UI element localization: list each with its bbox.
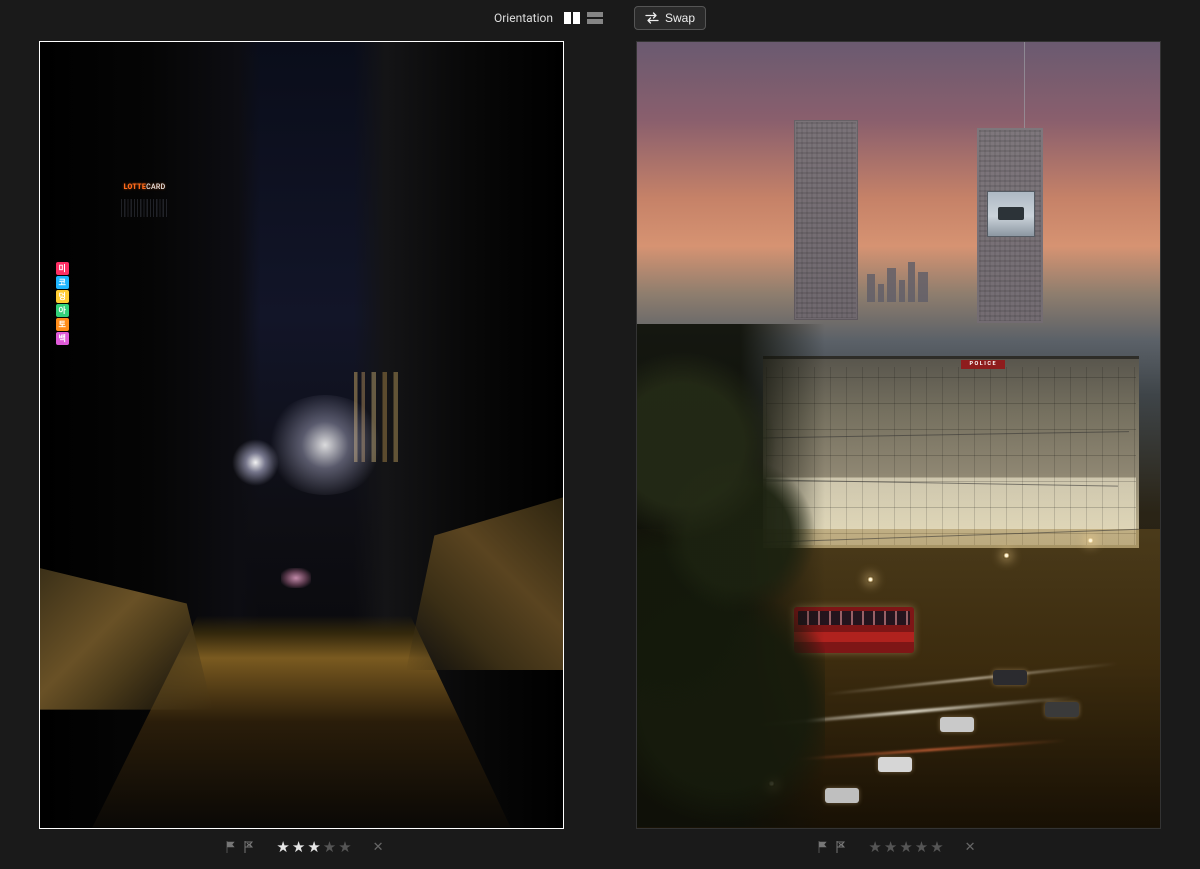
rating-stars-right[interactable]: ★★★★★ <box>868 838 944 856</box>
swap-button[interactable]: Swap <box>634 6 706 30</box>
photo-region <box>993 670 1027 685</box>
flag-group <box>224 840 256 854</box>
photo-region <box>867 254 957 302</box>
compare-footer: ★★★★★ ✕ ★★★★★ ✕ <box>0 829 1200 865</box>
star-icon[interactable]: ★ <box>915 838 929 856</box>
photo-region <box>637 324 825 827</box>
flag-pick-icon <box>816 840 830 854</box>
clear-rating-button[interactable]: ✕ <box>373 840 384 855</box>
photo-sign-police: POLICE <box>961 360 1005 369</box>
star-icon[interactable]: ★ <box>930 838 944 856</box>
photo-region <box>228 435 283 490</box>
orientation-stacked-button[interactable] <box>586 11 604 25</box>
photo-region <box>825 788 859 803</box>
flag-reject-icon <box>242 840 256 854</box>
flag-reject-icon <box>834 840 848 854</box>
flag-pick-button[interactable] <box>816 840 830 854</box>
photo-select[interactable]: POLICE <box>636 41 1161 829</box>
photo-region <box>265 395 385 495</box>
columns-icon <box>563 11 581 25</box>
compare-toolbar: Orientation Swap <box>0 0 1200 36</box>
photo-region <box>987 191 1035 237</box>
photo-neon-column: 미코 덩아 토백 <box>56 262 71 442</box>
star-icon[interactable]: ★ <box>323 838 337 856</box>
photo-region <box>1045 702 1079 717</box>
photo-region <box>878 757 912 772</box>
flag-pick-icon <box>224 840 238 854</box>
flag-group <box>816 840 848 854</box>
star-icon[interactable]: ★ <box>307 838 321 856</box>
swap-button-label: Swap <box>665 11 695 25</box>
orientation-toggle <box>563 11 604 25</box>
rating-stars-left[interactable]: ★★★★★ <box>276 838 352 856</box>
photo-sign-lotte: LOTTECARD <box>124 183 166 191</box>
compare-panel-left: LOTTECARD 미코 덩아 토백 <box>8 40 595 829</box>
swap-icon <box>645 12 659 24</box>
orientation-label: Orientation <box>494 11 553 25</box>
star-icon[interactable]: ★ <box>292 838 306 856</box>
star-icon[interactable]: ★ <box>899 838 913 856</box>
rows-icon <box>586 11 604 25</box>
photo-region <box>1087 537 1094 544</box>
flag-pick-button[interactable] <box>224 840 238 854</box>
star-icon[interactable]: ★ <box>338 838 352 856</box>
star-icon[interactable]: ★ <box>884 838 898 856</box>
footer-right: ★★★★★ ✕ <box>600 829 1192 865</box>
footer-left: ★★★★★ ✕ <box>8 829 600 865</box>
orientation-group: Orientation <box>494 11 604 25</box>
flag-reject-button[interactable] <box>834 840 848 854</box>
compare-area: LOTTECARD 미코 덩아 토백 POLICE <box>0 36 1200 829</box>
flag-reject-button[interactable] <box>242 840 256 854</box>
photo-region <box>794 120 858 320</box>
photo-candidate[interactable]: LOTTECARD 미코 덩아 토백 <box>39 41 564 829</box>
photo-region <box>281 568 311 588</box>
photo-region <box>940 717 974 732</box>
star-icon[interactable]: ★ <box>276 838 290 856</box>
photo-region <box>1024 42 1025 136</box>
orientation-side-by-side-button[interactable] <box>563 11 581 25</box>
compare-panel-right: POLICE <box>605 40 1192 829</box>
photo-region <box>121 199 167 217</box>
clear-rating-button[interactable]: ✕ <box>965 840 976 855</box>
star-icon[interactable]: ★ <box>868 838 882 856</box>
